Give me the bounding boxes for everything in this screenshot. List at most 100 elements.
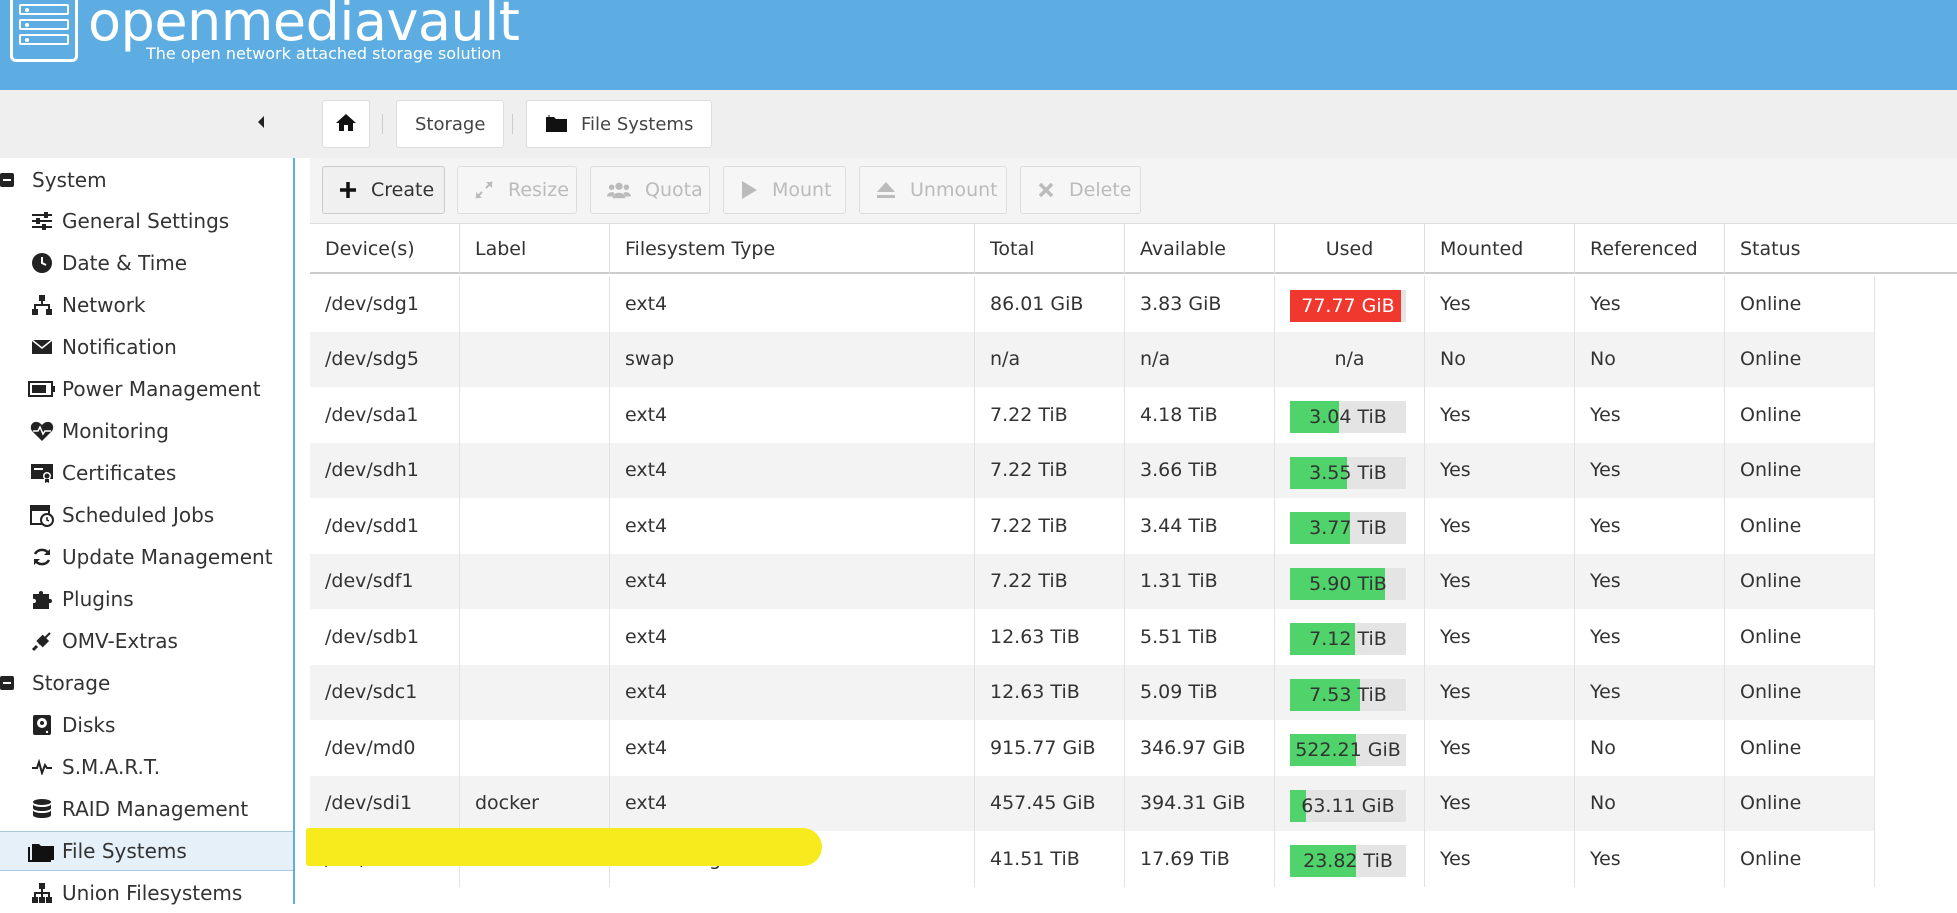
certificate-icon [28, 460, 56, 486]
cell-referenced: No [1575, 331, 1725, 387]
sidebar-item-notification[interactable]: Notification [0, 327, 293, 367]
table-row[interactable]: /dev/sdf1 ext4 7.22 TiB 1.31 TiB 5.90 TiB Yes… [310, 553, 1875, 609]
table-row[interactable]: /dev/sdh1 ext4 7.22 TiB 3.66 TiB 3.55 TiB Yes… [310, 442, 1875, 498]
sidebar-item-certificates[interactable]: Certificates [0, 453, 293, 493]
usage-bar: 5.90 TiB [1290, 567, 1406, 600]
cell-referenced: No [1575, 775, 1725, 831]
table-row[interactable]: /dev/sdb1 ext4 12.63 TiB 5.51 TiB 7.12 TiB Ye… [310, 609, 1875, 665]
cell-available: 1.31 TiB [1125, 553, 1275, 609]
sidebar-item-scheduled-jobs[interactable]: Scheduled Jobs [0, 495, 293, 535]
clock-icon [28, 250, 56, 276]
column-header-devices[interactable]: Device(s) [310, 224, 460, 274]
used-text: 3.04 TiB [1309, 406, 1387, 428]
sidebar-item-label: S.M.A.R.T. [62, 755, 161, 779]
used-text: 23.82 TiB [1303, 850, 1393, 872]
table-row[interactable]: /dev/md0 ext4 915.77 GiB 346.97 GiB 522.21 G… [310, 720, 1875, 776]
cell-label [460, 553, 610, 609]
breadcrumb-storage[interactable]: Storage [396, 100, 505, 148]
delete-button[interactable]: Delete [1020, 166, 1141, 214]
cell-available: 346.97 GiB [1125, 720, 1275, 776]
quota-button[interactable]: Quota [590, 166, 710, 214]
sidebar-item-label: RAID Management [62, 797, 249, 821]
plug-icon [28, 628, 56, 654]
sidebar-item-general-settings[interactable]: General Settings [0, 201, 293, 241]
column-header-status[interactable]: Status [1725, 224, 1875, 274]
cell-available: 3.44 TiB [1125, 498, 1275, 554]
cell-mounted: Yes [1425, 276, 1575, 332]
sidebar-item-smart[interactable]: S.M.A.R.T. [0, 747, 293, 787]
sidebar-item-date-time[interactable]: Date & Time [0, 243, 293, 283]
sidebar-item-omv-extras[interactable]: OMV-Extras [0, 621, 293, 661]
sidebar-item-file-systems[interactable]: File Systems [0, 831, 293, 871]
breadcrumb-label: File Systems [581, 113, 694, 135]
cell-available: 17.69 TiB [1125, 831, 1275, 887]
table-row[interactable]: /dev/sda1 ext4 7.22 TiB 4.18 TiB 3.04 TiB Yes… [310, 387, 1875, 443]
used-text: 5.90 TiB [1309, 572, 1387, 595]
table-row[interactable]: /dev/sdc1 ext4 12.63 TiB 5.09 TiB 7.53 TiB Ye… [310, 664, 1875, 720]
resize-button[interactable]: Resize [457, 166, 577, 214]
unmount-button[interactable]: Unmount [859, 166, 1007, 214]
table-row[interactable]: /dev/sdi1 docker ext4 457.45 GiB 394.31 GiB 6… [310, 775, 1875, 831]
sidebar-item-label: Power Management [62, 377, 261, 401]
sidebar-item-monitoring[interactable]: Monitoring [0, 411, 293, 451]
delete-label: Delete [1069, 179, 1132, 201]
sidebar-item-union-filesystems[interactable]: Union Filesystems [0, 873, 293, 913]
cell-used: 5.90 TiB [1275, 553, 1425, 609]
usage-bar: 77.77 GiB [1290, 290, 1406, 322]
cell-available: 5.09 TiB [1125, 664, 1275, 720]
cell-total: 457.45 GiB [975, 775, 1125, 831]
table-row[interactable]: /dev/sdd1 ext4 7.22 TiB 3.44 TiB 3.77 TiB Yes… [310, 498, 1875, 554]
database-icon [28, 796, 56, 822]
column-header-referenced[interactable]: Referenced [1575, 224, 1725, 274]
sidebar-item-update-management[interactable]: Update Management [0, 537, 293, 577]
collapse-sidebar-icon[interactable] [254, 112, 268, 132]
sidebar-item-power-management[interactable]: Power Management [0, 369, 293, 409]
sidebar-item-disks[interactable]: Disks [0, 705, 293, 745]
sidebar-item-network[interactable]: Network [0, 285, 293, 325]
column-header-total[interactable]: Total [975, 224, 1125, 274]
column-header-label[interactable]: Label [460, 224, 610, 274]
cell-type: ext4 [610, 276, 975, 332]
mount-button[interactable]: Mount [723, 166, 846, 214]
column-header-filesystem-type[interactable]: Filesystem Type [610, 224, 975, 274]
cell-available: 3.66 TiB [1125, 442, 1275, 498]
cell-status: Online [1725, 331, 1875, 387]
cell-referenced: Yes [1575, 387, 1725, 443]
cell-available: 4.18 TiB [1125, 387, 1275, 443]
resize-label: Resize [508, 179, 569, 201]
cell-device: /dev/sdb1 [310, 609, 460, 665]
users-icon [607, 178, 631, 202]
cell-used: 7.12 TiB [1275, 609, 1425, 665]
table-row[interactable]: /dev/sdg1 ext4 86.01 GiB 3.83 GiB 77.77 GiB Y… [310, 276, 1875, 332]
breadcrumb-separator [512, 114, 513, 134]
collapse-icon [0, 173, 14, 187]
close-icon [1037, 178, 1055, 202]
cell-status: Online [1725, 442, 1875, 498]
sidebar-item-plugins[interactable]: Plugins [0, 579, 293, 619]
cell-total: 7.22 TiB [975, 553, 1125, 609]
cell-device: /dev/sdg1 [310, 276, 460, 332]
cell-used: 63.11 GiB [1275, 775, 1425, 831]
app-header: openmediavault The open network attached… [0, 0, 1957, 90]
pulse-icon [28, 754, 56, 780]
cell-mounted: Yes [1425, 775, 1575, 831]
table-row[interactable]: /dev/sdg5 swap n/a n/a n/a No No Online [310, 331, 1875, 387]
column-header-used[interactable]: Used [1275, 224, 1425, 274]
cell-type: ext4 [610, 664, 975, 720]
sidebar-item-label: General Settings [62, 209, 230, 233]
network-icon [28, 292, 56, 318]
sidebar-item-label: Monitoring [62, 419, 169, 443]
column-header-mounted[interactable]: Mounted [1425, 224, 1575, 274]
breadcrumb-file-systems[interactable]: File Systems [526, 100, 713, 148]
sidebar-item-label: Disks [62, 713, 116, 737]
home-button[interactable] [322, 100, 370, 148]
sidebar-item-raid-management[interactable]: RAID Management [0, 789, 293, 829]
used-text: 3.77 TiB [1309, 517, 1387, 539]
create-button[interactable]: Create [322, 166, 445, 214]
sidebar-group-system[interactable]: System [0, 160, 293, 200]
column-header-available[interactable]: Available [1125, 224, 1275, 274]
sidebar-group-storage[interactable]: Storage [0, 663, 293, 703]
sidebar-item-label: Certificates [62, 461, 177, 485]
create-label: Create [371, 179, 435, 201]
cell-total: 915.77 GiB [975, 720, 1125, 776]
